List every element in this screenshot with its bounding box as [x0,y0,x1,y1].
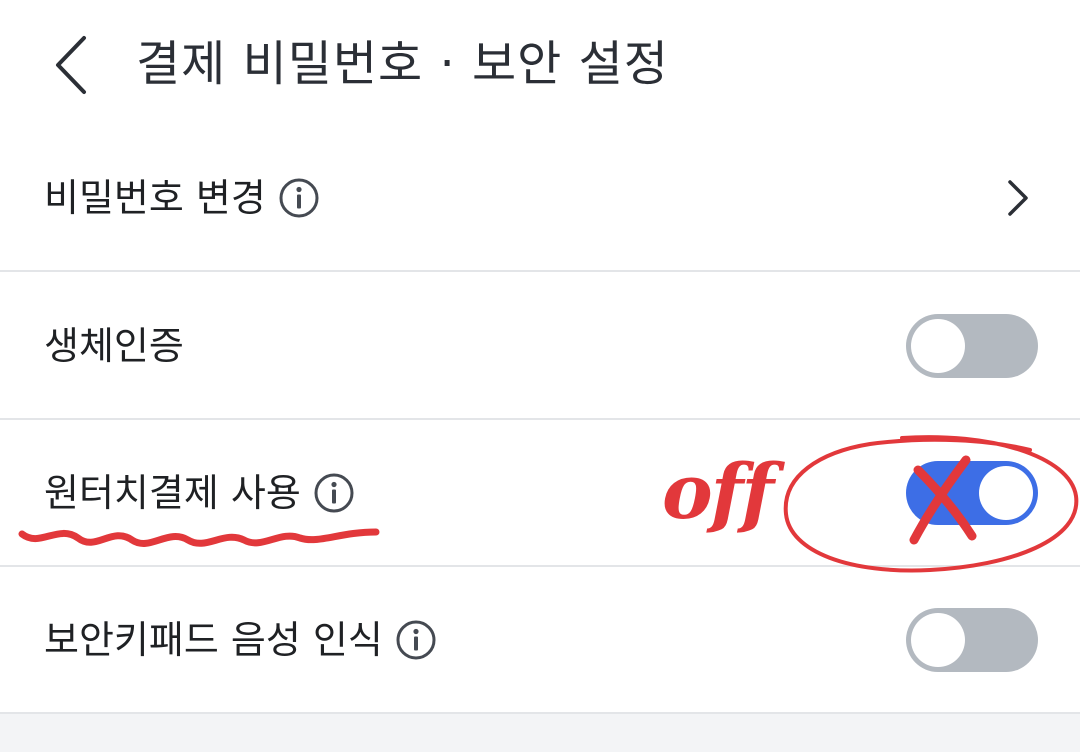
biometric-toggle[interactable] [906,314,1038,378]
settings-row-one-touch-payment: 원터치결제 사용 [0,421,1080,567]
chevron-left-icon [56,36,86,94]
toggle-knob [911,319,965,373]
back-button[interactable] [44,30,100,100]
keypad-voice-toggle[interactable] [906,608,1038,672]
toggle-knob [911,613,965,667]
settings-row-biometric: 생체인증 [0,274,1080,420]
chevron-right-icon [1008,180,1028,216]
toggle-knob [979,466,1033,520]
info-icon[interactable] [395,619,437,661]
bottom-section-background [0,714,1080,752]
info-icon[interactable] [313,472,355,514]
biometric-label: 생체인증 [44,324,184,368]
one-touch-payment-toggle[interactable] [906,461,1038,525]
settings-row-keypad-voice: 보안키패드 음성 인식 [0,568,1080,714]
handwritten-off-note: off [662,447,774,536]
info-icon[interactable] [278,177,320,219]
settings-row-password-change[interactable]: 비밀번호 변경 [0,126,1080,272]
settings-screen: 결제 비밀번호 · 보안 설정 비밀번호 변경 생체인증 원터치결제 사용 보안… [0,0,1080,752]
one-touch-payment-label: 원터치결제 사용 [44,471,301,515]
page-title: 결제 비밀번호 · 보안 설정 [136,36,669,92]
password-change-label: 비밀번호 변경 [44,176,266,220]
top-bar: 결제 비밀번호 · 보안 설정 [0,0,1080,130]
keypad-voice-label: 보안키패드 음성 인식 [44,618,383,662]
